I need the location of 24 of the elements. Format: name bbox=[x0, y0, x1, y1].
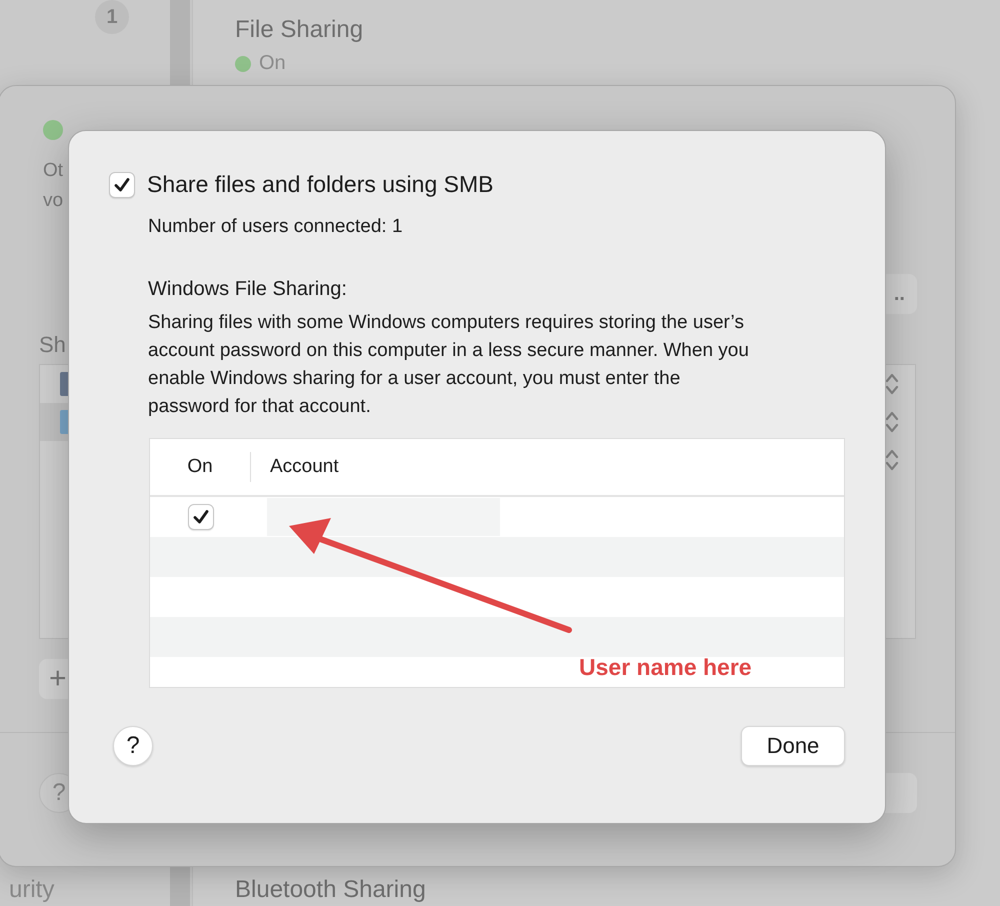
status-text: On bbox=[259, 52, 286, 75]
checkbox-label: Share files and folders using SMB bbox=[147, 171, 494, 198]
annotation-text: User name here bbox=[579, 654, 752, 681]
done-button[interactable]: Done bbox=[741, 726, 845, 766]
count-badge: 1 bbox=[95, 0, 129, 34]
status-dot bbox=[235, 56, 251, 72]
service-title: File Sharing bbox=[235, 16, 364, 44]
column-header[interactable]: Account bbox=[251, 456, 339, 478]
stepper-icon[interactable] bbox=[885, 409, 899, 435]
section-label: Sh bbox=[39, 332, 66, 358]
account-checkbox[interactable] bbox=[188, 504, 214, 530]
column-header[interactable]: On bbox=[150, 452, 251, 482]
status-dot bbox=[43, 120, 63, 140]
description-text: Sharing files with some Windows computers requires storing the user’s account password on this computer in a less secure manner. When you enable Windows sharing for a user account, you must enter the password for that account. bbox=[148, 311, 750, 419]
stepper-icon[interactable] bbox=[885, 447, 899, 473]
section-heading: Windows File Sharing: bbox=[148, 278, 347, 301]
help-button[interactable]: ? bbox=[113, 726, 153, 766]
users-connected-text: Number of users connected: 1 bbox=[148, 216, 403, 238]
service-title: Bluetooth Sharing bbox=[235, 876, 427, 904]
description-text: Ot bbox=[43, 159, 64, 183]
description-text: vo bbox=[43, 189, 64, 213]
shared-folder-row[interactable] bbox=[40, 403, 70, 441]
stepper-icon[interactable] bbox=[885, 371, 899, 397]
smb-checkbox[interactable] bbox=[109, 172, 135, 198]
